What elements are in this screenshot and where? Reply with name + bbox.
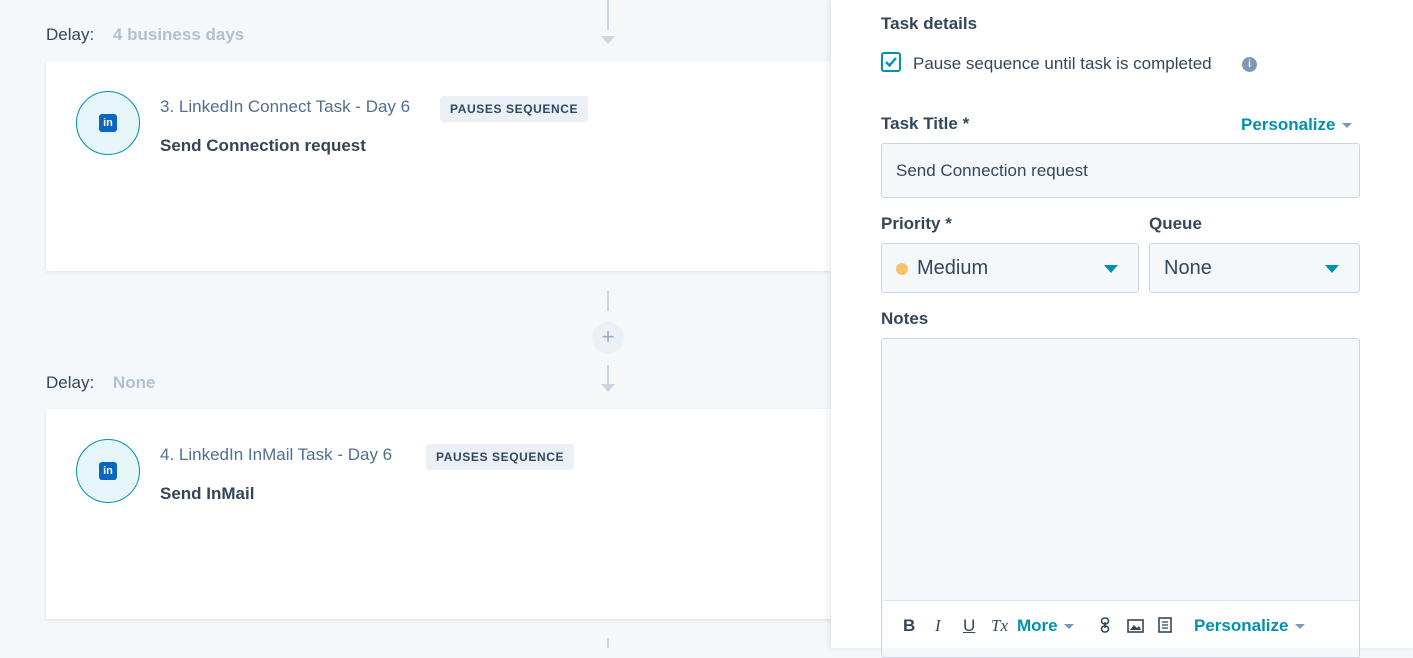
step-card-3[interactable]: in 3. LinkedIn Connect Task - Day 6 PAUS… [46,61,846,271]
notes-label: Notes [881,309,929,328]
pauses-sequence-badge: PAUSES SEQUENCE [426,444,575,470]
pauses-sequence-badge: PAUSES SEQUENCE [440,96,589,122]
connector-line [607,291,609,311]
delay-row: Delay: None [46,373,155,393]
connector-line [607,365,609,385]
queue-select[interactable]: None [1149,243,1360,293]
linkedin-icon-circle: in [76,91,140,155]
link-icon[interactable] [1099,617,1111,638]
more-dropdown[interactable]: More [1017,616,1074,636]
clear-format-icon[interactable]: Tx [991,616,1008,636]
linkedin-icon: in [99,114,117,132]
connector-arrow-icon [601,384,615,392]
toolbar-personalize-label: Personalize [1194,616,1289,635]
step-subtitle: Send InMail [160,484,255,503]
caret-down-icon [1294,624,1305,630]
step-subtitle: Send Connection request [160,136,366,155]
connector-line [607,0,609,30]
step-title: 4. LinkedIn InMail Task - Day 6 [160,445,393,464]
image-icon[interactable] [1127,618,1144,638]
chevron-down-icon [1325,265,1339,273]
queue-value: None [1164,257,1212,279]
bold-icon[interactable]: B [903,616,915,636]
personalize-dropdown[interactable]: Personalize [1241,115,1352,135]
linkedin-icon: in [99,462,117,480]
step-title: 3. LinkedIn Connect Task - Day 6 [160,97,411,116]
queue-label: Queue [1149,214,1202,233]
chevron-down-icon [1104,265,1118,273]
delay-value: None [112,373,156,392]
priority-label: Priority * [881,214,952,233]
personalize-label: Personalize [1241,115,1336,134]
toolbar-personalize-dropdown[interactable]: Personalize [1194,616,1305,636]
task-details-panel: Task details Pause sequence until task i… [831,0,1413,658]
priority-value: Medium [917,257,989,279]
pause-sequence-checkbox[interactable] [881,52,901,72]
linkedin-icon-circle: in [76,439,140,503]
connector-arrow-icon [601,36,615,44]
connector-line [607,638,609,648]
priority-select[interactable]: Medium [881,243,1139,293]
underline-icon[interactable]: U [963,616,975,636]
delay-label: Delay: [46,373,95,392]
pause-sequence-label[interactable]: Pause sequence until task is completed [913,54,1212,74]
italic-icon[interactable]: I [935,616,941,636]
step-card-4[interactable]: in 4. LinkedIn InMail Task - Day 6 PAUSE… [46,409,846,619]
task-title-label: Task Title * [881,114,970,133]
info-icon[interactable]: i [1242,57,1257,72]
checkmark-icon [885,57,897,68]
add-step-button[interactable]: + [592,322,624,354]
delay-value: 4 business days [112,25,245,44]
delay-row: Delay: 4 business days [46,25,244,45]
task-title-input[interactable]: Send Connection request [881,143,1360,198]
delay-label: Delay: [46,25,95,44]
document-icon[interactable] [1158,617,1172,638]
notes-toolbar: B I U Tx More Personalize [883,600,1359,648]
priority-dot-icon [896,263,908,275]
caret-down-icon [1341,123,1352,129]
task-details-heading: Task details [881,14,978,33]
sequence-canvas: Delay: 4 business days in 3. LinkedIn Co… [0,0,846,648]
more-label: More [1017,616,1058,635]
caret-down-icon [1063,624,1074,630]
